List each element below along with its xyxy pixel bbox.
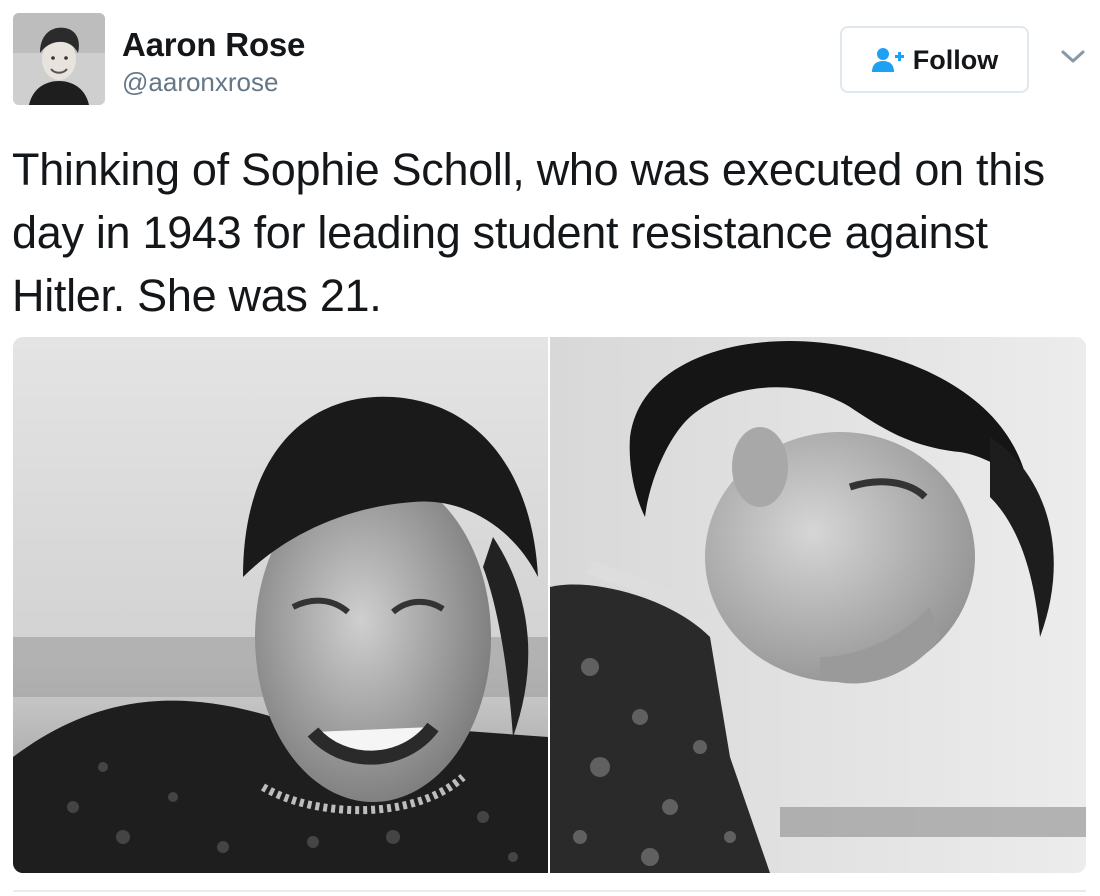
person-plus-icon — [871, 46, 905, 74]
tweet-card: Aaron Rose @aaronxrose Follow Thinking o… — [0, 0, 1100, 896]
photo-2[interactable] — [550, 337, 1086, 873]
media-grid — [13, 337, 1086, 873]
follow-button[interactable]: Follow — [840, 26, 1029, 93]
author-avatar[interactable] — [13, 13, 105, 105]
chevron-down-icon[interactable] — [1056, 44, 1090, 70]
follow-label: Follow — [912, 44, 999, 75]
photo-1[interactable] — [13, 337, 548, 873]
tweet-divider — [13, 890, 1086, 892]
author-name[interactable]: Aaron Rose — [122, 26, 305, 64]
tweet-text: Thinking of Sophie Scholl, who was execu… — [12, 144, 1045, 321]
author-handle[interactable]: @aaronxrose — [122, 66, 278, 98]
